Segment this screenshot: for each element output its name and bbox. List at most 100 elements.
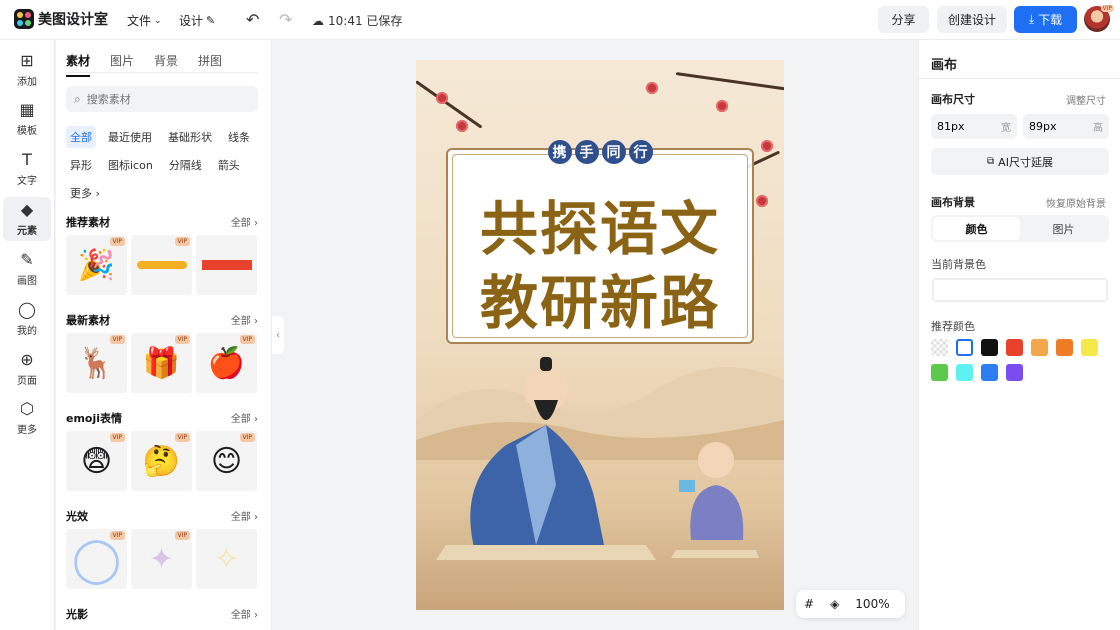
- asset-thumb[interactable]: [196, 235, 257, 295]
- design-menu[interactable]: 设计 ✎: [179, 12, 215, 29]
- shocked-emoji-icon: 😨: [80, 443, 113, 479]
- create-design-button[interactable]: 创建设计: [937, 6, 1007, 33]
- adjust-size-link[interactable]: 调整尺寸: [1066, 92, 1106, 107]
- width-field[interactable]: 宽: [931, 114, 1017, 139]
- see-all-link[interactable]: 全部 ›: [231, 214, 258, 229]
- asset-thumb[interactable]: 🤔 VIP: [131, 431, 192, 491]
- design-canvas[interactable]: 携 手 同 行 共探语文 教研新路: [416, 60, 784, 610]
- layers-icon[interactable]: ◈: [830, 597, 839, 611]
- search-input[interactable]: [86, 92, 247, 106]
- height-unit: 高: [1093, 123, 1103, 134]
- rail-item-mine[interactable]: ◯ 我的: [3, 297, 51, 341]
- redo-icon[interactable]: ↷: [279, 10, 292, 29]
- height-input[interactable]: [1029, 120, 1079, 133]
- rail-item-text[interactable]: T 文字: [3, 147, 51, 191]
- color-swatch[interactable]: [981, 364, 998, 381]
- color-swatch[interactable]: [1006, 339, 1023, 356]
- vip-badge: VIP: [174, 433, 190, 442]
- app-logo[interactable]: 美图设计室: [14, 9, 108, 29]
- chip-basic-shapes[interactable]: 基础形状: [164, 126, 216, 148]
- file-menu[interactable]: 文件 ⌄: [127, 12, 162, 29]
- search-box[interactable]: ⌕: [66, 86, 258, 112]
- save-status-text: 10:41 已保存: [328, 14, 403, 28]
- chip-arrows[interactable]: 箭头: [214, 154, 244, 176]
- color-swatch[interactable]: [981, 339, 998, 356]
- asset-thumb[interactable]: ◯ VIP: [66, 529, 127, 589]
- color-swatch[interactable]: [956, 339, 973, 356]
- badge-char: 携: [547, 140, 572, 164]
- chip-icons[interactable]: 图标icon: [104, 154, 157, 176]
- see-all-link[interactable]: 全部 ›: [231, 508, 258, 523]
- rail-item-draw[interactable]: ✎ 画图: [3, 247, 51, 291]
- width-input[interactable]: [937, 120, 987, 133]
- save-status: ☁ 10:41 已保存: [312, 12, 402, 29]
- asset-thumb[interactable]: 🎉 VIP: [66, 235, 127, 295]
- color-swatch[interactable]: [956, 364, 973, 381]
- color-swatch[interactable]: [1056, 339, 1073, 356]
- segment-color[interactable]: 颜色: [933, 217, 1020, 240]
- rail-item-more[interactable]: ⬡ 更多: [3, 396, 51, 440]
- asset-thumb[interactable]: VIP: [131, 235, 192, 295]
- rail-item-elements[interactable]: ◆ 元素: [3, 197, 51, 241]
- height-field[interactable]: 高: [1023, 114, 1109, 139]
- rail-item-template[interactable]: ▦ 模板: [3, 97, 51, 141]
- current-color-field[interactable]: [932, 278, 1108, 302]
- restore-background-link[interactable]: 恢复原始背景: [1046, 195, 1106, 210]
- avatar[interactable]: VIP: [1084, 5, 1114, 32]
- asset-thumb[interactable]: 🎁 VIP: [131, 333, 192, 393]
- asset-thumb[interactable]: ✧: [196, 529, 257, 589]
- undo-icon[interactable]: ↶: [246, 10, 259, 29]
- asset-thumb[interactable]: 🍎 VIP: [196, 333, 257, 393]
- ai-extend-label: AI尺寸延展: [998, 155, 1053, 169]
- zoom-level[interactable]: 100%: [855, 597, 889, 611]
- poster-title-line2[interactable]: 教研新路: [416, 256, 784, 340]
- poster-title-line1[interactable]: 共探语文: [416, 182, 784, 266]
- chip-all[interactable]: 全部: [66, 126, 96, 148]
- see-all-link[interactable]: 全部 ›: [231, 606, 258, 621]
- badge-char: 同: [601, 140, 626, 164]
- rail-item-page[interactable]: ⊕ 页面: [3, 347, 51, 391]
- app-name: 美图设计室: [38, 12, 108, 28]
- asset-tabs: 素材 图片 背景 拼图: [66, 52, 222, 77]
- see-all-link[interactable]: 全部 ›: [231, 312, 258, 327]
- asset-thumb[interactable]: 🦌 VIP: [66, 333, 127, 393]
- tab-backgrounds[interactable]: 背景: [154, 52, 178, 77]
- tab-images[interactable]: 图片: [110, 52, 134, 77]
- grid-icon[interactable]: #: [804, 597, 814, 611]
- color-swatch[interactable]: [931, 364, 948, 381]
- chevron-down-icon: ⌄: [154, 15, 162, 26]
- scholar-illustration[interactable]: [436, 345, 666, 565]
- badge-row[interactable]: 携 手 同 行: [416, 140, 784, 164]
- rail-label: 画图: [17, 276, 37, 287]
- collapse-panel-handle[interactable]: ‹: [272, 316, 284, 354]
- share-button[interactable]: 分享: [878, 6, 929, 33]
- ai-extend-button[interactable]: ⧉ AI尺寸延展: [931, 148, 1109, 175]
- chip-irregular[interactable]: 异形: [66, 154, 96, 176]
- section-title: 光效: [66, 510, 88, 523]
- glow-icon: ✧: [213, 541, 240, 577]
- chip-recent[interactable]: 最近使用: [104, 126, 156, 148]
- download-button[interactable]: ⤓ 下载: [1014, 6, 1077, 33]
- rail-item-add[interactable]: ⊞ 添加: [3, 48, 51, 92]
- asset-thumb[interactable]: 😊 VIP: [196, 431, 257, 491]
- logo-icon: [14, 9, 34, 29]
- chip-lines[interactable]: 线条: [224, 126, 254, 148]
- segment-image[interactable]: 图片: [1020, 217, 1107, 240]
- color-swatch[interactable]: [1031, 339, 1048, 356]
- chip-dividers[interactable]: 分隔线: [165, 154, 206, 176]
- child-illustration[interactable]: [671, 430, 761, 560]
- badge-char: 手: [574, 140, 599, 164]
- asset-thumb[interactable]: ✦ VIP: [131, 529, 192, 589]
- see-all-link[interactable]: 全部 ›: [231, 410, 258, 425]
- tab-materials[interactable]: 素材: [66, 52, 91, 77]
- color-swatch[interactable]: [931, 339, 948, 356]
- color-swatch[interactable]: [1081, 339, 1098, 356]
- smiling-emoji-icon: 😊: [210, 443, 243, 479]
- asset-thumb[interactable]: 😨 VIP: [66, 431, 127, 491]
- section-recommended: 推荐素材 全部 › 🎉 VIP VIP: [66, 214, 258, 295]
- category-chips: 全部 最近使用 基础形状 线条 异形 图标icon 分隔线 箭头 更多 ›: [66, 126, 266, 204]
- color-swatch[interactable]: [1006, 364, 1023, 381]
- download-icon: ⤓: [1028, 12, 1035, 26]
- chip-more[interactable]: 更多 ›: [66, 182, 104, 204]
- tab-collage[interactable]: 拼图: [198, 52, 222, 77]
